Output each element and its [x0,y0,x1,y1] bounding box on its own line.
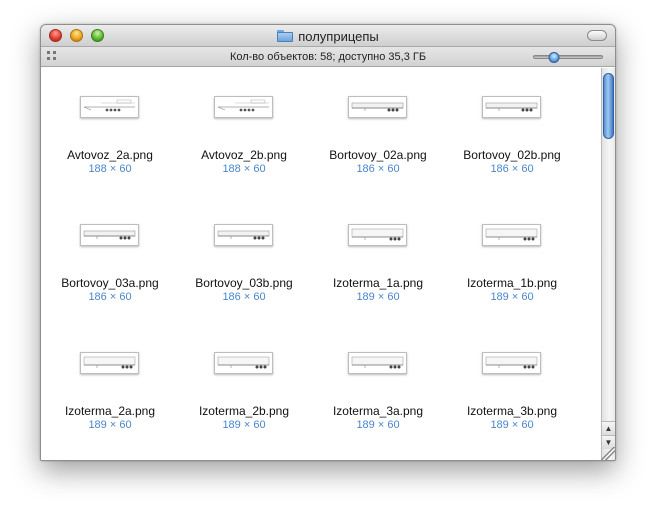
file-dimensions: 189 × 60 [356,291,400,303]
file-thumbnail[interactable] [80,96,139,118]
folder-icon [277,30,294,42]
file-dimensions: 189 × 60 [490,419,534,431]
file-item[interactable]: Bortovoy_02b.png 186 × 60 [445,68,579,196]
box-trailer-thumbnail-icon [83,356,136,369]
box-trailer-thumbnail-icon [217,356,270,369]
slider-track[interactable] [533,55,603,59]
file-dimensions: 186 × 60 [356,163,400,175]
status-text: Кол-во объектов: 58; доступно 35,3 ГБ [229,51,427,63]
file-name[interactable]: Izoterma_2a.png [43,404,177,418]
file-dimensions: 189 × 60 [222,419,266,431]
resize-grip-icon[interactable] [601,447,615,460]
file-item[interactable]: Izoterma_3a.png 189 × 60 [311,324,445,452]
file-dimensions: 186 × 60 [88,291,132,303]
file-item[interactable]: Izoterma_2b.png 189 × 60 [177,324,311,452]
file-thumbnail[interactable] [80,352,139,374]
file-thumbnail[interactable] [482,224,541,246]
file-name[interactable]: Izoterma_3b.png [445,404,579,418]
flatbed-thumbnail-icon [485,102,538,112]
file-item[interactable]: Bortovoy_03a.png 186 × 60 [43,196,177,324]
file-name[interactable]: Bortovoy_02a.png [311,148,445,162]
flatbed-thumbnail-icon [351,102,404,112]
file-thumbnail[interactable] [348,224,407,246]
toolbar-toggle-button[interactable] [587,30,607,41]
file-dimensions: 189 × 60 [356,419,400,431]
file-name[interactable]: Bortovoy_03a.png [43,276,177,290]
file-item[interactable]: Bortovoy_03b.png 186 × 60 [177,196,311,324]
box-trailer-thumbnail-icon [351,228,404,241]
status-bar: Кол-во объектов: 58; доступно 35,3 ГБ [41,47,615,67]
car-carrier-thumbnail-icon [83,99,135,112]
file-dimensions: 189 × 60 [490,291,534,303]
file-item[interactable]: Izoterma_1b.png 189 × 60 [445,196,579,324]
file-item[interactable]: Avtovoz_2b.png 188 × 60 [177,68,311,196]
file-item[interactable]: Bortovoy_02a.png 186 × 60 [311,68,445,196]
window-title-wrap: полуприцепы [41,25,615,47]
window-title: полуприцепы [298,28,379,44]
file-thumbnail[interactable] [80,224,139,246]
file-dimensions: 186 × 60 [222,291,266,303]
box-trailer-thumbnail-icon [485,356,538,369]
file-item[interactable]: Izoterma_1a.png 189 × 60 [311,196,445,324]
icon-size-slider[interactable] [533,52,603,63]
file-name[interactable]: Bortovoy_02b.png [445,148,579,162]
file-name[interactable]: Izoterma_2b.png [177,404,311,418]
file-dimensions: 189 × 60 [88,419,132,431]
file-thumbnail[interactable] [214,352,273,374]
file-dimensions: 186 × 60 [490,163,534,175]
file-name[interactable]: Izoterma_1b.png [445,276,579,290]
file-thumbnail[interactable] [214,224,273,246]
flatbed-thumbnail-icon [217,230,270,240]
file-thumbnail[interactable] [482,96,541,118]
file-item[interactable]: Izoterma_3b.png 189 × 60 [445,324,579,452]
file-dimensions: 188 × 60 [222,163,266,175]
file-thumbnail[interactable] [482,352,541,374]
file-icon-view[interactable]: Avtovoz_2a.png 188 × 60 Avtovoz_2b.png 188 … [41,68,603,460]
flatbed-thumbnail-icon [83,230,136,240]
file-item[interactable]: Avtovoz_2a.png 188 × 60 [43,68,177,196]
scroll-up-arrow-icon[interactable]: ▲ [602,421,615,435]
file-name[interactable]: Avtovoz_2a.png [43,148,177,162]
vertical-scrollbar[interactable]: ▲ ▼ [601,68,615,460]
file-item[interactable]: Izoterma_2a.png 189 × 60 [43,324,177,452]
title-bar[interactable]: полуприцепы [41,25,615,47]
finder-window: полуприцепы Кол-во объектов: 58; доступн… [40,24,616,461]
box-trailer-thumbnail-icon [485,228,538,241]
file-thumbnail[interactable] [214,96,273,118]
file-name[interactable]: Izoterma_3a.png [311,404,445,418]
file-name[interactable]: Bortovoy_03b.png [177,276,311,290]
scroll-thumb[interactable] [603,73,614,139]
file-name[interactable]: Avtovoz_2b.png [177,148,311,162]
slider-knob[interactable] [548,52,560,63]
file-dimensions: 188 × 60 [88,163,132,175]
file-thumbnail[interactable] [348,96,407,118]
car-carrier-thumbnail-icon [217,99,269,112]
file-grid: Avtovoz_2a.png 188 × 60 Avtovoz_2b.png 188 … [43,68,581,452]
file-name[interactable]: Izoterma_1a.png [311,276,445,290]
box-trailer-thumbnail-icon [351,356,404,369]
file-thumbnail[interactable] [348,352,407,374]
